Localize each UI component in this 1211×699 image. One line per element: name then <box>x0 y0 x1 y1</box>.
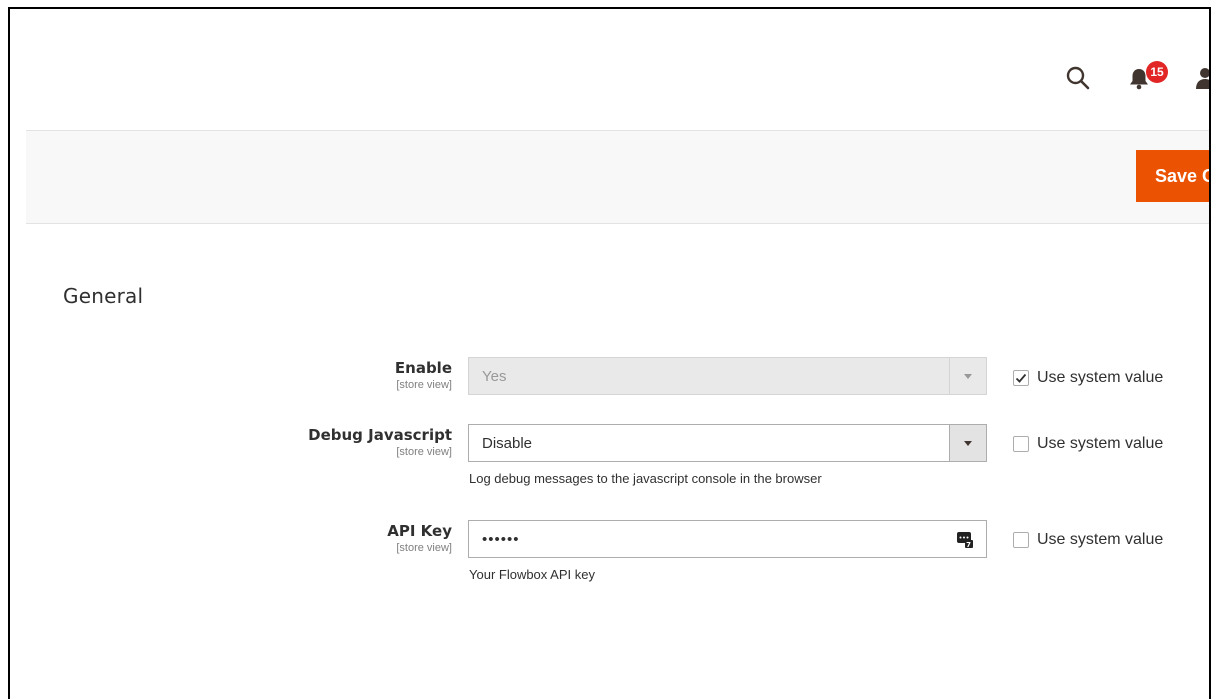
api-key-note: Your Flowbox API key <box>469 567 595 582</box>
use-system-value-checkbox[interactable] <box>1013 370 1029 386</box>
api-key-input-value: •••••• <box>482 530 520 548</box>
use-system-value-label: Use system value <box>1037 531 1164 548</box>
page-actions-bar: Save C <box>26 130 1209 224</box>
use-system-value-checkbox[interactable] <box>1013 436 1029 452</box>
password-manager-icon[interactable]: 7 <box>956 531 974 549</box>
api-key-use-system-value[interactable]: Use system value <box>1013 531 1163 549</box>
user-icon[interactable] <box>1193 65 1209 91</box>
debug-javascript-use-system-value[interactable]: Use system value <box>1013 435 1163 453</box>
field-label-debug-javascript: Debug Javascript <box>308 426 452 444</box>
use-system-value-label: Use system value <box>1037 435 1164 452</box>
checkmark-icon <box>1015 373 1027 383</box>
save-config-button[interactable]: Save C <box>1136 150 1209 202</box>
admin-page: 15 Save C General Enable [store view] Ye… <box>8 7 1211 699</box>
svg-text:7: 7 <box>966 541 972 549</box>
debug-javascript-select[interactable]: Disable <box>468 424 987 462</box>
chevron-down-icon <box>964 373 972 379</box>
notification-count-badge: 15 <box>1146 61 1168 83</box>
section-title: General <box>63 284 144 308</box>
select-arrow <box>949 358 986 394</box>
field-label-enable: Enable <box>394 359 452 377</box>
scope-label-api-key: [store view] <box>396 542 452 554</box>
field-label-api-key: API Key <box>387 522 452 540</box>
api-key-input[interactable]: •••••• 7 <box>468 520 987 558</box>
enable-select-value: Yes <box>482 367 507 385</box>
debug-javascript-select-value: Disable <box>482 434 533 452</box>
scope-label-debug-javascript: [store view] <box>396 446 452 458</box>
chevron-down-icon <box>964 440 972 446</box>
enable-select[interactable]: Yes <box>468 357 987 395</box>
select-arrow <box>949 425 986 461</box>
search-icon[interactable] <box>1065 65 1091 91</box>
notifications-button[interactable]: 15 <box>1128 61 1172 93</box>
enable-use-system-value[interactable]: Use system value <box>1013 369 1163 387</box>
use-system-value-checkbox[interactable] <box>1013 532 1029 548</box>
use-system-value-label: Use system value <box>1037 369 1164 386</box>
debug-javascript-note: Log debug messages to the javascript con… <box>469 471 822 486</box>
scope-label-enable: [store view] <box>396 379 452 391</box>
